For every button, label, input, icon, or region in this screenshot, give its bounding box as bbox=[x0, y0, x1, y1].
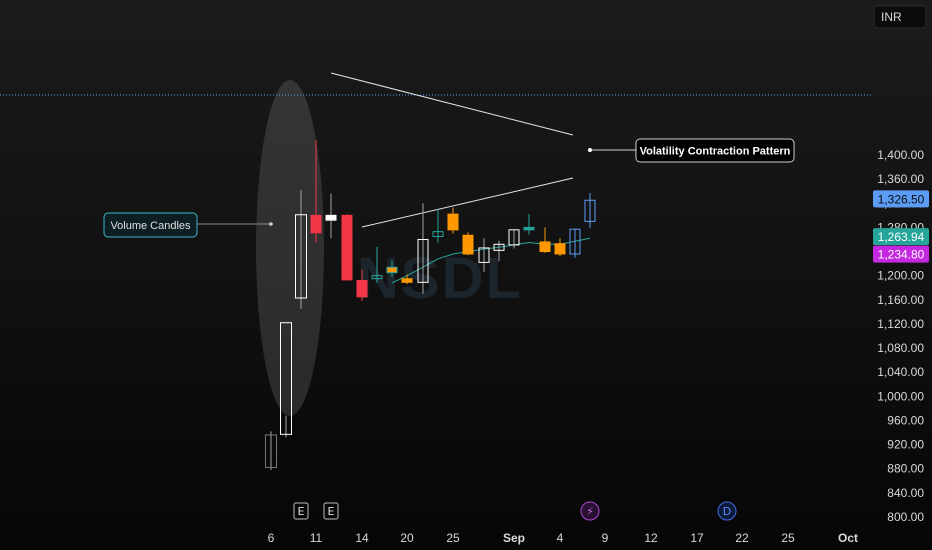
volatility-callout-anchor bbox=[588, 148, 592, 152]
pattern-lower-line bbox=[361, 177, 574, 228]
candle-body bbox=[401, 278, 413, 283]
pattern-upper-line bbox=[330, 72, 574, 136]
price-axis-label: 1,160.00 bbox=[877, 293, 924, 307]
candle bbox=[539, 227, 551, 253]
volume-highlight-ellipse bbox=[256, 80, 324, 416]
candle-body bbox=[325, 214, 337, 221]
price-axis-label: 880.00 bbox=[887, 462, 924, 476]
candle bbox=[265, 431, 277, 470]
time-axis-label: 17 bbox=[690, 531, 704, 545]
price-axis-label: 1,400.00 bbox=[877, 148, 924, 162]
price-axis-label: 1,200.00 bbox=[877, 269, 924, 283]
price-axis-label: 840.00 bbox=[887, 486, 924, 500]
candle-body bbox=[386, 266, 398, 274]
currency-label: INR bbox=[881, 10, 902, 24]
time-axis-label: 14 bbox=[355, 531, 369, 545]
candle-body bbox=[462, 234, 474, 255]
candle bbox=[325, 193, 337, 239]
time-axis[interactable]: 6 11 14 20 25 Sep 4 9 12 17 22 25 Oct bbox=[268, 531, 858, 545]
candle bbox=[447, 207, 459, 234]
time-axis-label: 12 bbox=[644, 531, 658, 545]
price-axis-label: 920.00 bbox=[887, 438, 924, 452]
time-axis-label: 9 bbox=[602, 531, 609, 545]
earnings-marker-label: E bbox=[298, 505, 305, 518]
candle bbox=[432, 209, 444, 243]
time-axis-label: Sep bbox=[503, 531, 525, 545]
price-tag-label: 1,326.50 bbox=[878, 192, 925, 206]
candle bbox=[569, 228, 581, 258]
event-markers: E E ⚡ D bbox=[293, 501, 737, 521]
time-axis-label: Oct bbox=[838, 531, 858, 545]
time-axis-label: 11 bbox=[310, 531, 323, 545]
time-axis-label: 22 bbox=[735, 531, 749, 545]
candle-body bbox=[310, 214, 322, 234]
volume-callout-label: Volume Candles bbox=[110, 220, 191, 232]
time-axis-label: 25 bbox=[781, 531, 795, 545]
price-tag: 1,234.80 bbox=[873, 245, 929, 263]
dividend-event-icon[interactable]: D bbox=[717, 501, 737, 521]
candle bbox=[584, 193, 596, 229]
time-axis-label: 4 bbox=[557, 531, 564, 545]
candle bbox=[462, 232, 474, 256]
currency-selector[interactable]: INR bbox=[873, 5, 927, 29]
price-axis-label: 1,000.00 bbox=[877, 389, 924, 403]
candle-body bbox=[447, 213, 459, 231]
candle bbox=[341, 214, 353, 281]
price-axis-label: 960.00 bbox=[887, 413, 924, 427]
volume-callout-anchor bbox=[269, 222, 273, 226]
price-axis-label: 1,040.00 bbox=[877, 365, 924, 379]
candle-body bbox=[356, 280, 368, 298]
candle bbox=[554, 238, 566, 257]
candle-body bbox=[523, 226, 535, 231]
candle-body bbox=[554, 243, 566, 255]
price-tag: 1,326.50 bbox=[873, 190, 929, 208]
price-chart[interactable]: NSDL Volume Candles Volatility Contracti… bbox=[0, 0, 932, 550]
price-axis-label: 1,120.00 bbox=[877, 317, 924, 331]
volume-candles-callout[interactable]: Volume Candles bbox=[103, 212, 273, 238]
price-axis-label: 1,080.00 bbox=[877, 341, 924, 355]
candle-body bbox=[341, 214, 353, 281]
earnings-event-icon[interactable]: E bbox=[323, 502, 339, 520]
volatility-callout[interactable]: Volatility Contraction Pattern bbox=[588, 138, 795, 163]
dividend-marker-label: D bbox=[723, 505, 731, 518]
candle bbox=[523, 214, 535, 235]
price-tag: 1,263.94 bbox=[873, 228, 929, 246]
split-event-icon[interactable]: ⚡ bbox=[580, 501, 600, 521]
earnings-event-icon[interactable]: E bbox=[293, 502, 309, 520]
earnings-marker-label: E bbox=[328, 505, 335, 518]
price-tag-label: 1,234.80 bbox=[878, 248, 925, 262]
price-tag-label: 1,263.94 bbox=[878, 230, 925, 244]
candle-body bbox=[539, 241, 551, 253]
time-axis-label: 25 bbox=[446, 531, 460, 545]
price-axis-label: 800.00 bbox=[887, 510, 924, 524]
time-axis-label: 20 bbox=[400, 531, 414, 545]
split-marker-label: ⚡ bbox=[586, 505, 594, 518]
volatility-callout-label: Volatility Contraction Pattern bbox=[640, 146, 791, 158]
price-axis-label: 1,360.00 bbox=[877, 172, 924, 186]
time-axis-label: 6 bbox=[268, 531, 275, 545]
